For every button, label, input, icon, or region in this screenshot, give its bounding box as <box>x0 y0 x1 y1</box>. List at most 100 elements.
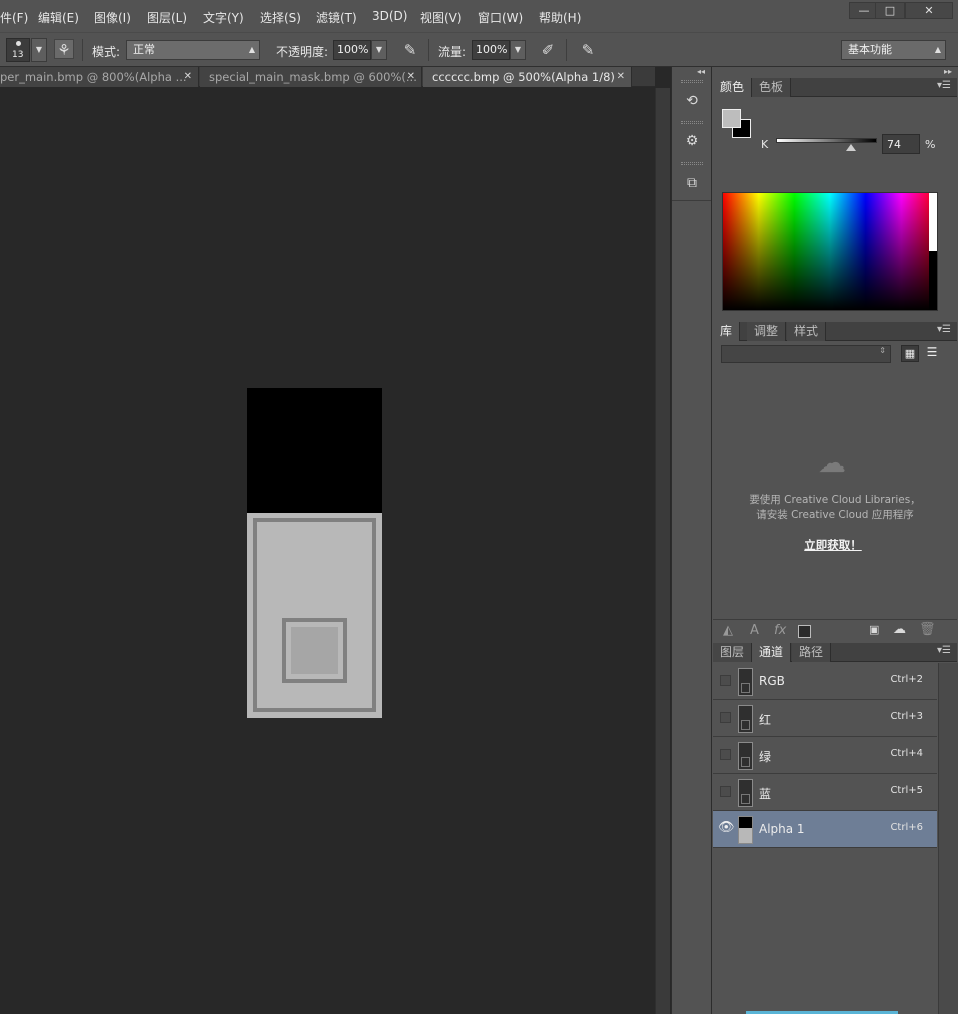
library-message-line2: 请安装 Creative Cloud 应用程序 <box>756 509 914 521</box>
add-style-icon[interactable]: fx <box>774 623 786 638</box>
airbrush-icon[interactable]: ✐ <box>538 40 558 60</box>
close-icon[interactable]: ✕ <box>184 67 192 87</box>
trash-icon[interactable]: 🗑 <box>919 622 936 637</box>
tab-label: cccccc.bmp @ 500%(Alpha 1/8) <box>432 70 615 84</box>
separator <box>566 39 567 61</box>
menu-edit[interactable]: 编辑(E) <box>38 9 79 26</box>
channel-row-alpha-1[interactable]: 👁 Alpha 1 Ctrl+6 <box>713 811 937 848</box>
get-now-link[interactable]: 立即获取！ <box>712 537 954 553</box>
k-slider-thumb[interactable] <box>845 144 856 151</box>
menu-file[interactable]: 件(F) <box>0 9 28 26</box>
brush-preset-picker[interactable]: 13 <box>6 38 30 62</box>
eye-icon[interactable]: 👁 <box>718 820 735 835</box>
opacity-field[interactable]: 100% <box>333 40 371 60</box>
add-graphic-icon[interactable]: ◭ <box>723 623 733 638</box>
tab-color[interactable]: 颜色 <box>713 78 753 97</box>
menu-window[interactable]: 窗口(W) <box>478 9 523 26</box>
k-slider-track[interactable] <box>776 138 877 143</box>
tab-swatches[interactable]: 色板 <box>752 78 792 97</box>
pressure-opacity-icon[interactable]: ✎ <box>400 40 420 60</box>
collapsed-panel-strip: ◂◂ ⟲ ⚙ ⧉ <box>671 67 712 1014</box>
menu-help[interactable]: 帮助(H) <box>539 9 581 26</box>
tab-styles[interactable]: 样式 <box>787 322 827 341</box>
pressure-size-icon[interactable]: ✎ <box>578 40 598 60</box>
tab-libraries[interactable]: 库 <box>713 322 741 341</box>
brush-preset-dropdown[interactable]: ▼ <box>31 38 47 62</box>
panel-menu-icon[interactable]: ▾☰ <box>937 645 951 656</box>
blend-mode-value: 正常 <box>133 43 155 56</box>
panel-grip[interactable] <box>681 162 703 165</box>
channel-row-blue[interactable]: 蓝 Ctrl+5 <box>713 774 937 811</box>
visibility-toggle[interactable] <box>720 712 731 723</box>
menu-filter[interactable]: 滤镜(T) <box>316 9 357 26</box>
menu-3d[interactable]: 3D(D) <box>372 9 407 23</box>
foreground-color-swatch[interactable] <box>722 109 741 128</box>
tab-layers[interactable]: 图层 <box>713 643 753 662</box>
updown-arrows-icon: ▲ <box>934 45 941 54</box>
white-swatch[interactable] <box>929 193 937 251</box>
opacity-dropdown[interactable]: ▼ <box>371 40 387 60</box>
black-swatch[interactable] <box>929 251 937 310</box>
flow-dropdown[interactable]: ▼ <box>510 40 526 60</box>
list-view-icon[interactable]: ☰ <box>923 345 941 362</box>
channels-scrollbar[interactable] <box>938 663 958 1014</box>
panel-menu-icon[interactable]: ▾☰ <box>937 80 951 91</box>
channel-shortcut: Ctrl+5 <box>890 785 923 796</box>
menu-image[interactable]: 图像(I) <box>94 9 131 26</box>
cloud-sync-icon[interactable]: ☁ <box>893 622 906 637</box>
tab-channels[interactable]: 通道 <box>752 643 792 662</box>
expand-arrows-icon[interactable]: ▸▸ <box>944 67 952 76</box>
add-color-icon[interactable] <box>798 625 811 638</box>
panel-menu-icon[interactable]: ▾☰ <box>937 324 951 335</box>
document-image[interactable] <box>247 388 382 718</box>
panel-grip[interactable] <box>681 80 703 83</box>
channel-shortcut: Ctrl+4 <box>890 748 923 759</box>
vertical-scrollbar[interactable] <box>655 88 670 1014</box>
menu-select[interactable]: 选择(S) <box>260 9 301 26</box>
library-select[interactable]: ⇕ <box>721 345 891 363</box>
visibility-toggle[interactable] <box>720 675 731 686</box>
color-ramp[interactable] <box>722 192 938 311</box>
channel-row-red[interactable]: 红 Ctrl+3 <box>713 700 937 737</box>
workspace-select[interactable]: 基本功能 ▲ <box>841 40 946 60</box>
channel-shortcut: Ctrl+3 <box>890 711 923 722</box>
add-text-icon[interactable]: A <box>750 623 759 638</box>
image-black-region <box>247 388 382 513</box>
maximize-button[interactable]: □ <box>875 2 905 19</box>
mode-label: 模式: <box>92 45 121 59</box>
canvas-area[interactable] <box>0 88 655 1014</box>
stock-icon[interactable]: ▣ <box>869 623 879 636</box>
tab-label: special_main_mask.bmp @ 600%(... <box>209 70 417 84</box>
tab-special-main-mask[interactable]: special_main_mask.bmp @ 600%(... ✕ <box>200 67 422 87</box>
menu-bar: 件(F) 编辑(E) 图像(I) 图层(L) 文字(Y) 选择(S) 滤镜(T)… <box>0 0 958 32</box>
history-icon[interactable]: ⟲ <box>682 91 702 111</box>
menu-layer[interactable]: 图层(L) <box>147 9 187 26</box>
tab-adjustments[interactable]: 调整 <box>747 322 787 341</box>
menu-view[interactable]: 视图(V) <box>420 9 462 26</box>
panel-grip[interactable] <box>681 121 703 124</box>
tool-options-bar: 13 ▼ ⚘ 模式: 正常 ▲ 不透明度: 100% ▼ ✎ 流量: 100% … <box>0 32 958 67</box>
close-button[interactable]: ✕ <box>905 2 953 19</box>
visibility-toggle[interactable] <box>720 786 731 797</box>
clone-source-icon[interactable]: ⧉ <box>682 173 702 193</box>
k-value-field[interactable]: 74 <box>882 134 920 154</box>
image-light-region <box>247 513 382 718</box>
flow-field[interactable]: 100% <box>472 40 510 60</box>
close-icon[interactable]: ✕ <box>617 67 625 87</box>
blend-mode-select[interactable]: 正常 ▲ <box>126 40 260 60</box>
menu-type[interactable]: 文字(Y) <box>203 9 244 26</box>
library-message-line1: 要使用 Creative Cloud Libraries， <box>749 494 921 506</box>
collapse-arrows-icon[interactable]: ◂◂ <box>697 67 705 76</box>
grid-view-icon[interactable]: ▦ <box>901 345 919 362</box>
tab-per-main[interactable]: per_main.bmp @ 800%(Alpha ... ✕ <box>0 67 199 87</box>
brush-panel-toggle-icon[interactable]: ⚘ <box>54 39 74 59</box>
channel-row-rgb[interactable]: RGB Ctrl+2 <box>713 663 937 700</box>
close-icon[interactable]: ✕ <box>407 67 415 87</box>
tab-paths[interactable]: 路径 <box>792 643 832 662</box>
visibility-toggle[interactable] <box>720 749 731 760</box>
color-panel-tabs: 颜色 色板 ▾☰ <box>713 78 957 97</box>
properties-icon[interactable]: ⚙ <box>682 131 702 151</box>
tab-cccccc[interactable]: cccccc.bmp @ 500%(Alpha 1/8) ✕ <box>423 67 632 87</box>
updown-arrows-icon: ⇕ <box>879 346 886 355</box>
channel-row-green[interactable]: 绿 Ctrl+4 <box>713 737 937 774</box>
